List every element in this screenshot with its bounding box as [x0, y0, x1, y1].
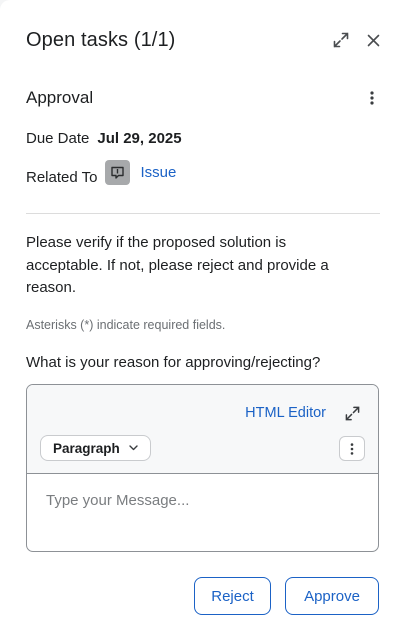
required-fields-note: Asterisks (*) indicate required fields.	[26, 318, 226, 332]
record-icon	[105, 160, 131, 185]
chevron-down-icon	[129, 445, 138, 451]
due-date-row: Due Date Jul 29, 2025	[26, 130, 182, 147]
task-title: Approval	[26, 88, 94, 107]
reject-button[interactable]: Reject	[194, 577, 271, 615]
approve-button[interactable]: Approve	[285, 577, 379, 615]
related-to-row: Related To Issue	[26, 160, 176, 186]
related-to-label: Related To	[26, 169, 98, 186]
close-icon[interactable]	[362, 29, 384, 51]
due-date-label: Due Date	[26, 130, 90, 147]
html-editor-link[interactable]: HTML Editor	[245, 405, 326, 421]
editor-more-button[interactable]	[339, 436, 365, 461]
task-more-icon[interactable]	[364, 88, 380, 108]
open-tasks-panel: Open tasks (1/1) Approval Due Date Jul 2…	[0, 0, 404, 640]
format-select-value: Paragraph	[53, 440, 120, 456]
panel-title: Open tasks (1/1)	[26, 28, 176, 51]
editor-toolbar: HTML Editor Paragraph	[27, 385, 378, 474]
divider	[26, 213, 380, 214]
panel-header: Open tasks (1/1)	[26, 26, 384, 54]
task-message: Please verify if the proposed solution i…	[26, 234, 329, 296]
reason-question-label: What is your reason for approving/reject…	[26, 354, 321, 371]
kebab-vertical-icon	[350, 442, 354, 455]
header-actions	[330, 29, 384, 51]
message-textarea[interactable]: Type your Message...	[27, 475, 378, 551]
due-date-value: Jul 29, 2025	[97, 130, 182, 147]
paragraph-format-select[interactable]: Paragraph	[40, 435, 151, 461]
expand-icon[interactable]	[342, 403, 362, 423]
expand-icon[interactable]	[330, 29, 352, 51]
related-issue-link[interactable]: Issue	[140, 164, 176, 181]
rich-text-editor: HTML Editor Paragraph Type your Message.…	[26, 384, 379, 552]
